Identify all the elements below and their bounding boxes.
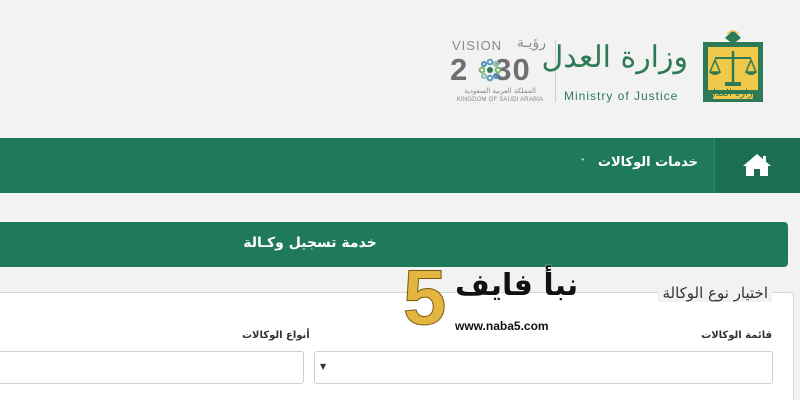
agency-list-select[interactable]: ▼ xyxy=(314,351,773,384)
service-header: خدمة تسجيل وكـالة xyxy=(0,222,788,267)
service-title: خدمة تسجيل وكـالة xyxy=(243,235,377,251)
vision-kingdom-arabic: المملكة العربية السعودية xyxy=(464,87,536,95)
ministry-name-english: Ministry of Justice xyxy=(564,89,679,103)
page: VISION رؤيـة 2 30 المملكة العربية السعودي… xyxy=(0,0,800,400)
section-title: اختيار نوع الوكالة xyxy=(658,284,772,302)
naba5-watermark: 5 نبأ فايف www.naba5.com xyxy=(402,258,603,342)
agency-types-label: أنواع الوكالات xyxy=(242,330,310,341)
dropdown-arrow-icon: ▼ xyxy=(320,362,327,371)
main-nav: خدمات الوكالات ˅ xyxy=(0,138,800,193)
chevron-down-icon: ˅ xyxy=(580,158,586,169)
watermark-digit: 5 xyxy=(402,253,447,341)
nav-menu-agency-services[interactable]: خدمات الوكالات ˅ xyxy=(578,155,698,175)
agency-types-select[interactable] xyxy=(0,351,304,384)
nav-menu-label: خدمات الوكالات xyxy=(597,155,698,170)
vision-word: VISION xyxy=(452,38,503,53)
agency-list-label: قائمة الوكالات xyxy=(701,330,772,341)
watermark-name: نبأ فايف xyxy=(455,268,579,303)
ministry-emblem-text: وزارة العدل xyxy=(708,88,758,99)
vision-flower-icon xyxy=(478,58,502,82)
vision-2030-logo[interactable]: VISION رؤيـة 2 30 المملكة العربية السعودي… xyxy=(448,35,552,106)
home-icon xyxy=(743,154,771,176)
vision-kingdom-english: KINGDOM OF SAUDI ARABIA xyxy=(456,97,544,103)
ministry-name-arabic: وزارة العدل xyxy=(541,40,688,75)
watermark-url: www.naba5.com xyxy=(455,319,549,333)
home-button[interactable] xyxy=(714,138,800,193)
site-header: VISION رؤيـة 2 30 المملكة العربية السعودي… xyxy=(0,0,800,138)
